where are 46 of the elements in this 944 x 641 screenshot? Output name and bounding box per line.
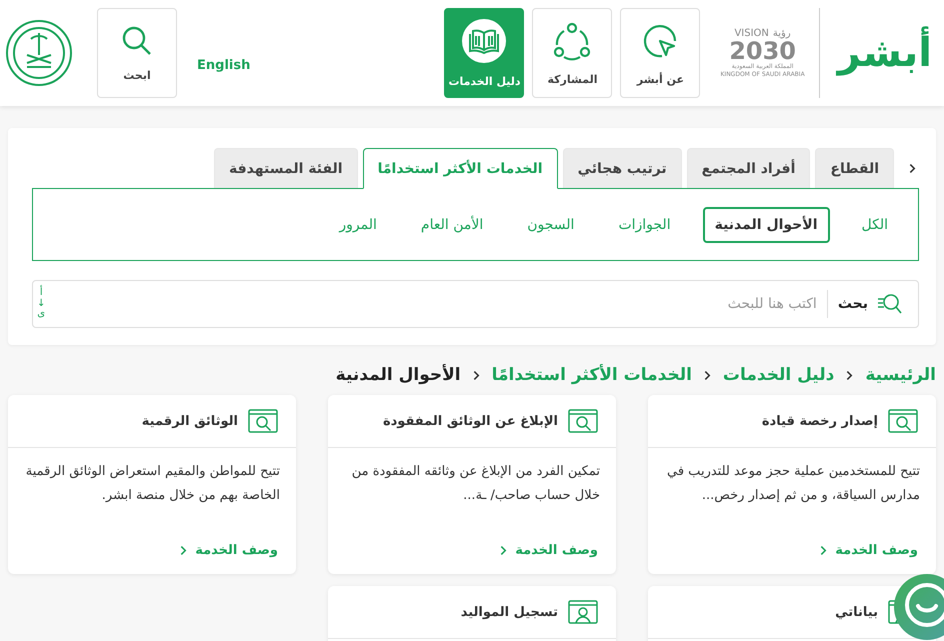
service-description: تتيح للمواطن والمقيم استعراض الوثائق الرقمية الخاصة بهم من خلال منصة ابشر. [24, 463, 281, 505]
screen-search-icon [888, 409, 918, 433]
service-title: بياناتي [835, 604, 878, 620]
share-icon [552, 20, 592, 60]
screen-search-icon [248, 409, 278, 433]
service-link[interactable]: وصف الخدمة [802, 543, 936, 574]
tab[interactable]: الفئة المستهدفة [214, 148, 358, 188]
screen-user-icon [568, 600, 598, 624]
nav-button[interactable]: عن أبشر [620, 8, 700, 98]
service-title: تسجيل المواليد [460, 604, 558, 620]
service-description: تتيح للمستخدمين عملية حجز موعد للتدريب في مدارس السياقة، و من ثم إصدار رخص... [666, 463, 921, 505]
chevron-icon [472, 370, 480, 380]
emblem-icon [5, 19, 73, 87]
chevron-icon [704, 370, 711, 380]
search-icon [876, 293, 902, 315]
search-button[interactable]: بحث [826, 290, 902, 318]
screen-search-icon [568, 409, 598, 433]
chevron-icon [908, 162, 916, 174]
breadcrumb-link[interactable]: دليل الخدمات [722, 365, 834, 385]
book-icon [462, 18, 506, 62]
tab[interactable]: القطاع [815, 148, 894, 188]
service-description: تمكين الفرد من الإبلاغ عن وثائقه المفقودة من خلال حساب صاحب/ ـة... [350, 463, 601, 505]
breadcrumb-link[interactable]: الرئيسية [865, 365, 936, 385]
search-field[interactable]: بحث اكتب هنا للبحث أ ↓ ى [32, 280, 919, 328]
service-title: الوثائق الرقمية [142, 414, 238, 428]
chevron-icon [500, 545, 508, 556]
service-title: إصدار رخصة قيادة [762, 414, 878, 428]
search-button[interactable]: ابحث [97, 8, 177, 98]
chevron-icon [846, 370, 854, 380]
tab[interactable]: الخدمات الأكثر استخدامًا [362, 148, 558, 189]
chevron-icon [820, 545, 828, 556]
nav-button[interactable]: دليل الخدمات [444, 8, 524, 98]
chevron-icon [180, 545, 188, 556]
service-link[interactable]: وصف الخدمة [482, 543, 616, 574]
search-icon [121, 24, 153, 56]
language-link[interactable]: English [197, 58, 250, 72]
tab[interactable]: ترتيب هجائي [562, 148, 682, 188]
current-page-title: الأحوال المدنية [336, 365, 461, 385]
category-filter[interactable]: الأحوال المدنية [702, 206, 830, 242]
service-link[interactable]: وصف الخدمة [162, 543, 296, 574]
breadcrumb-link[interactable]: الخدمات الأكثر استخدامًا [492, 365, 692, 385]
tab[interactable]: أفراد المجتمع [686, 148, 810, 188]
service-title: الإبلاغ عن الوثائق المفقودة [382, 414, 558, 428]
nav-button[interactable]: المشاركة [532, 8, 612, 98]
logo[interactable]: أبشر [834, 23, 936, 83]
chat-bot-icon[interactable] [892, 572, 944, 641]
